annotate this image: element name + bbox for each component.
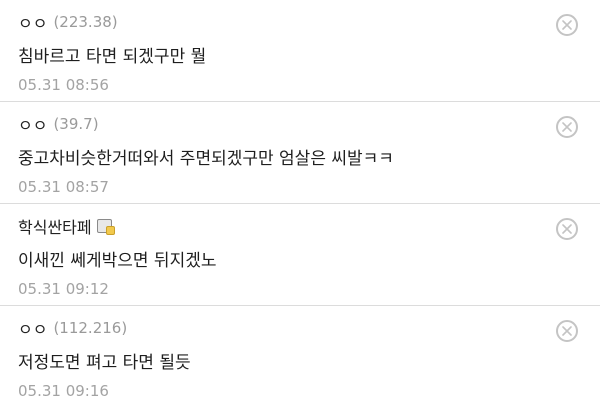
comment-list: ㅇㅇ (223.38) 침바르고 타면 되겠구만 뭘 05.31 08:56 ㅇ… <box>0 0 600 408</box>
comment-item: ㅇㅇ (39.7) 중고차비슷한거떠와서 주면되겠구만 엄살은 씨발ㅋㅋ 05.… <box>0 102 600 204</box>
comment-item: ㅇㅇ (112.216) 저정도면 펴고 타면 될듯 05.31 09:16 <box>0 306 600 408</box>
comment-ip: (223.38) <box>53 13 118 31</box>
comment-header: ㅇㅇ (112.216) <box>18 316 536 340</box>
comment-nickname[interactable]: 학식싼타페 <box>18 214 92 238</box>
comment-nickname[interactable]: ㅇㅇ <box>18 316 47 340</box>
comment-date: 05.31 08:56 <box>18 76 109 94</box>
comment-header: 학식싼타페 <box>18 214 536 238</box>
comment-ip: (39.7) <box>53 115 99 133</box>
comment-text: 중고차비슷한거떠와서 주면되겠구만 엄살은 씨발ㅋㅋ <box>18 149 394 169</box>
delete-comment-button[interactable] <box>556 320 578 342</box>
comment-item: ㅇㅇ (223.38) 침바르고 타면 되겠구만 뭘 05.31 08:56 <box>0 0 600 102</box>
comment-nickname[interactable]: ㅇㅇ <box>18 10 47 34</box>
comment-item: 학식싼타페 이새낀 쎄게박으면 뒤지겠노 05.31 09:12 <box>0 204 600 306</box>
close-icon <box>562 224 572 234</box>
fixed-nick-badge-icon <box>96 219 115 235</box>
delete-comment-button[interactable] <box>556 116 578 138</box>
comment-date: 05.31 09:12 <box>18 280 109 298</box>
comment-ip: (112.216) <box>53 319 128 337</box>
comment-header: ㅇㅇ (39.7) <box>18 112 536 136</box>
comment-text: 침바르고 타면 되겠구만 뭘 <box>18 47 207 67</box>
close-icon <box>562 326 572 336</box>
comment-date: 05.31 09:16 <box>18 382 109 400</box>
comment-text: 저정도면 펴고 타면 될듯 <box>18 353 191 373</box>
comment-text: 이새낀 쎄게박으면 뒤지겠노 <box>18 251 217 271</box>
comment-nickname[interactable]: ㅇㅇ <box>18 112 47 136</box>
comment-header: ㅇㅇ (223.38) <box>18 10 536 34</box>
delete-comment-button[interactable] <box>556 14 578 36</box>
close-icon <box>562 20 572 30</box>
close-icon <box>562 122 572 132</box>
delete-comment-button[interactable] <box>556 218 578 240</box>
comment-date: 05.31 08:57 <box>18 178 109 196</box>
